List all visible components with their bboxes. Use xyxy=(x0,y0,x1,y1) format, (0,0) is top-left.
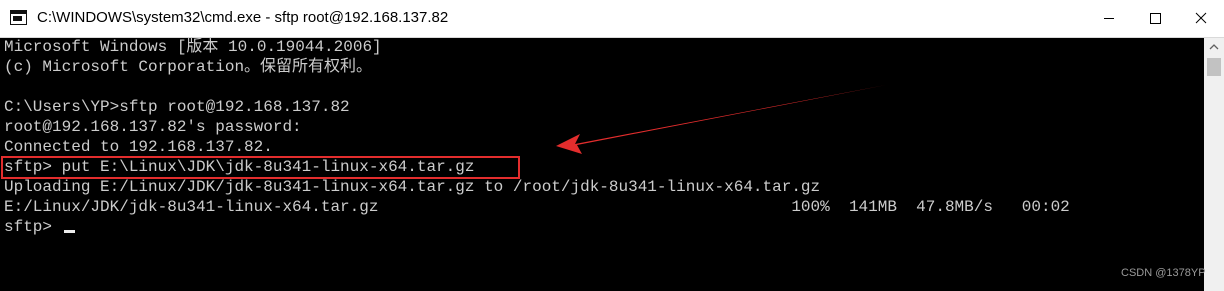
minimize-icon xyxy=(1104,18,1114,19)
arrow-annotation xyxy=(556,85,886,154)
scroll-thumb[interactable] xyxy=(1207,58,1221,76)
close-icon xyxy=(1195,12,1207,24)
minimize-button[interactable] xyxy=(1086,0,1132,37)
window-title: C:\WINDOWS\system32\cmd.exe - sftp root@… xyxy=(37,9,449,26)
console-output[interactable]: Microsoft Windows [版本 10.0.19044.2006] (… xyxy=(0,38,1204,291)
close-button[interactable] xyxy=(1178,0,1224,37)
watermark: CSDN @1378YP xyxy=(1121,267,1206,279)
maximize-icon xyxy=(1150,13,1161,24)
maximize-button[interactable] xyxy=(1132,0,1178,37)
scroll-up-icon[interactable] xyxy=(1204,38,1224,56)
vertical-scrollbar[interactable] xyxy=(1204,38,1224,291)
title-bar: C:\WINDOWS\system32\cmd.exe - sftp root@… xyxy=(0,0,1224,38)
cmd-icon[interactable] xyxy=(10,10,27,25)
